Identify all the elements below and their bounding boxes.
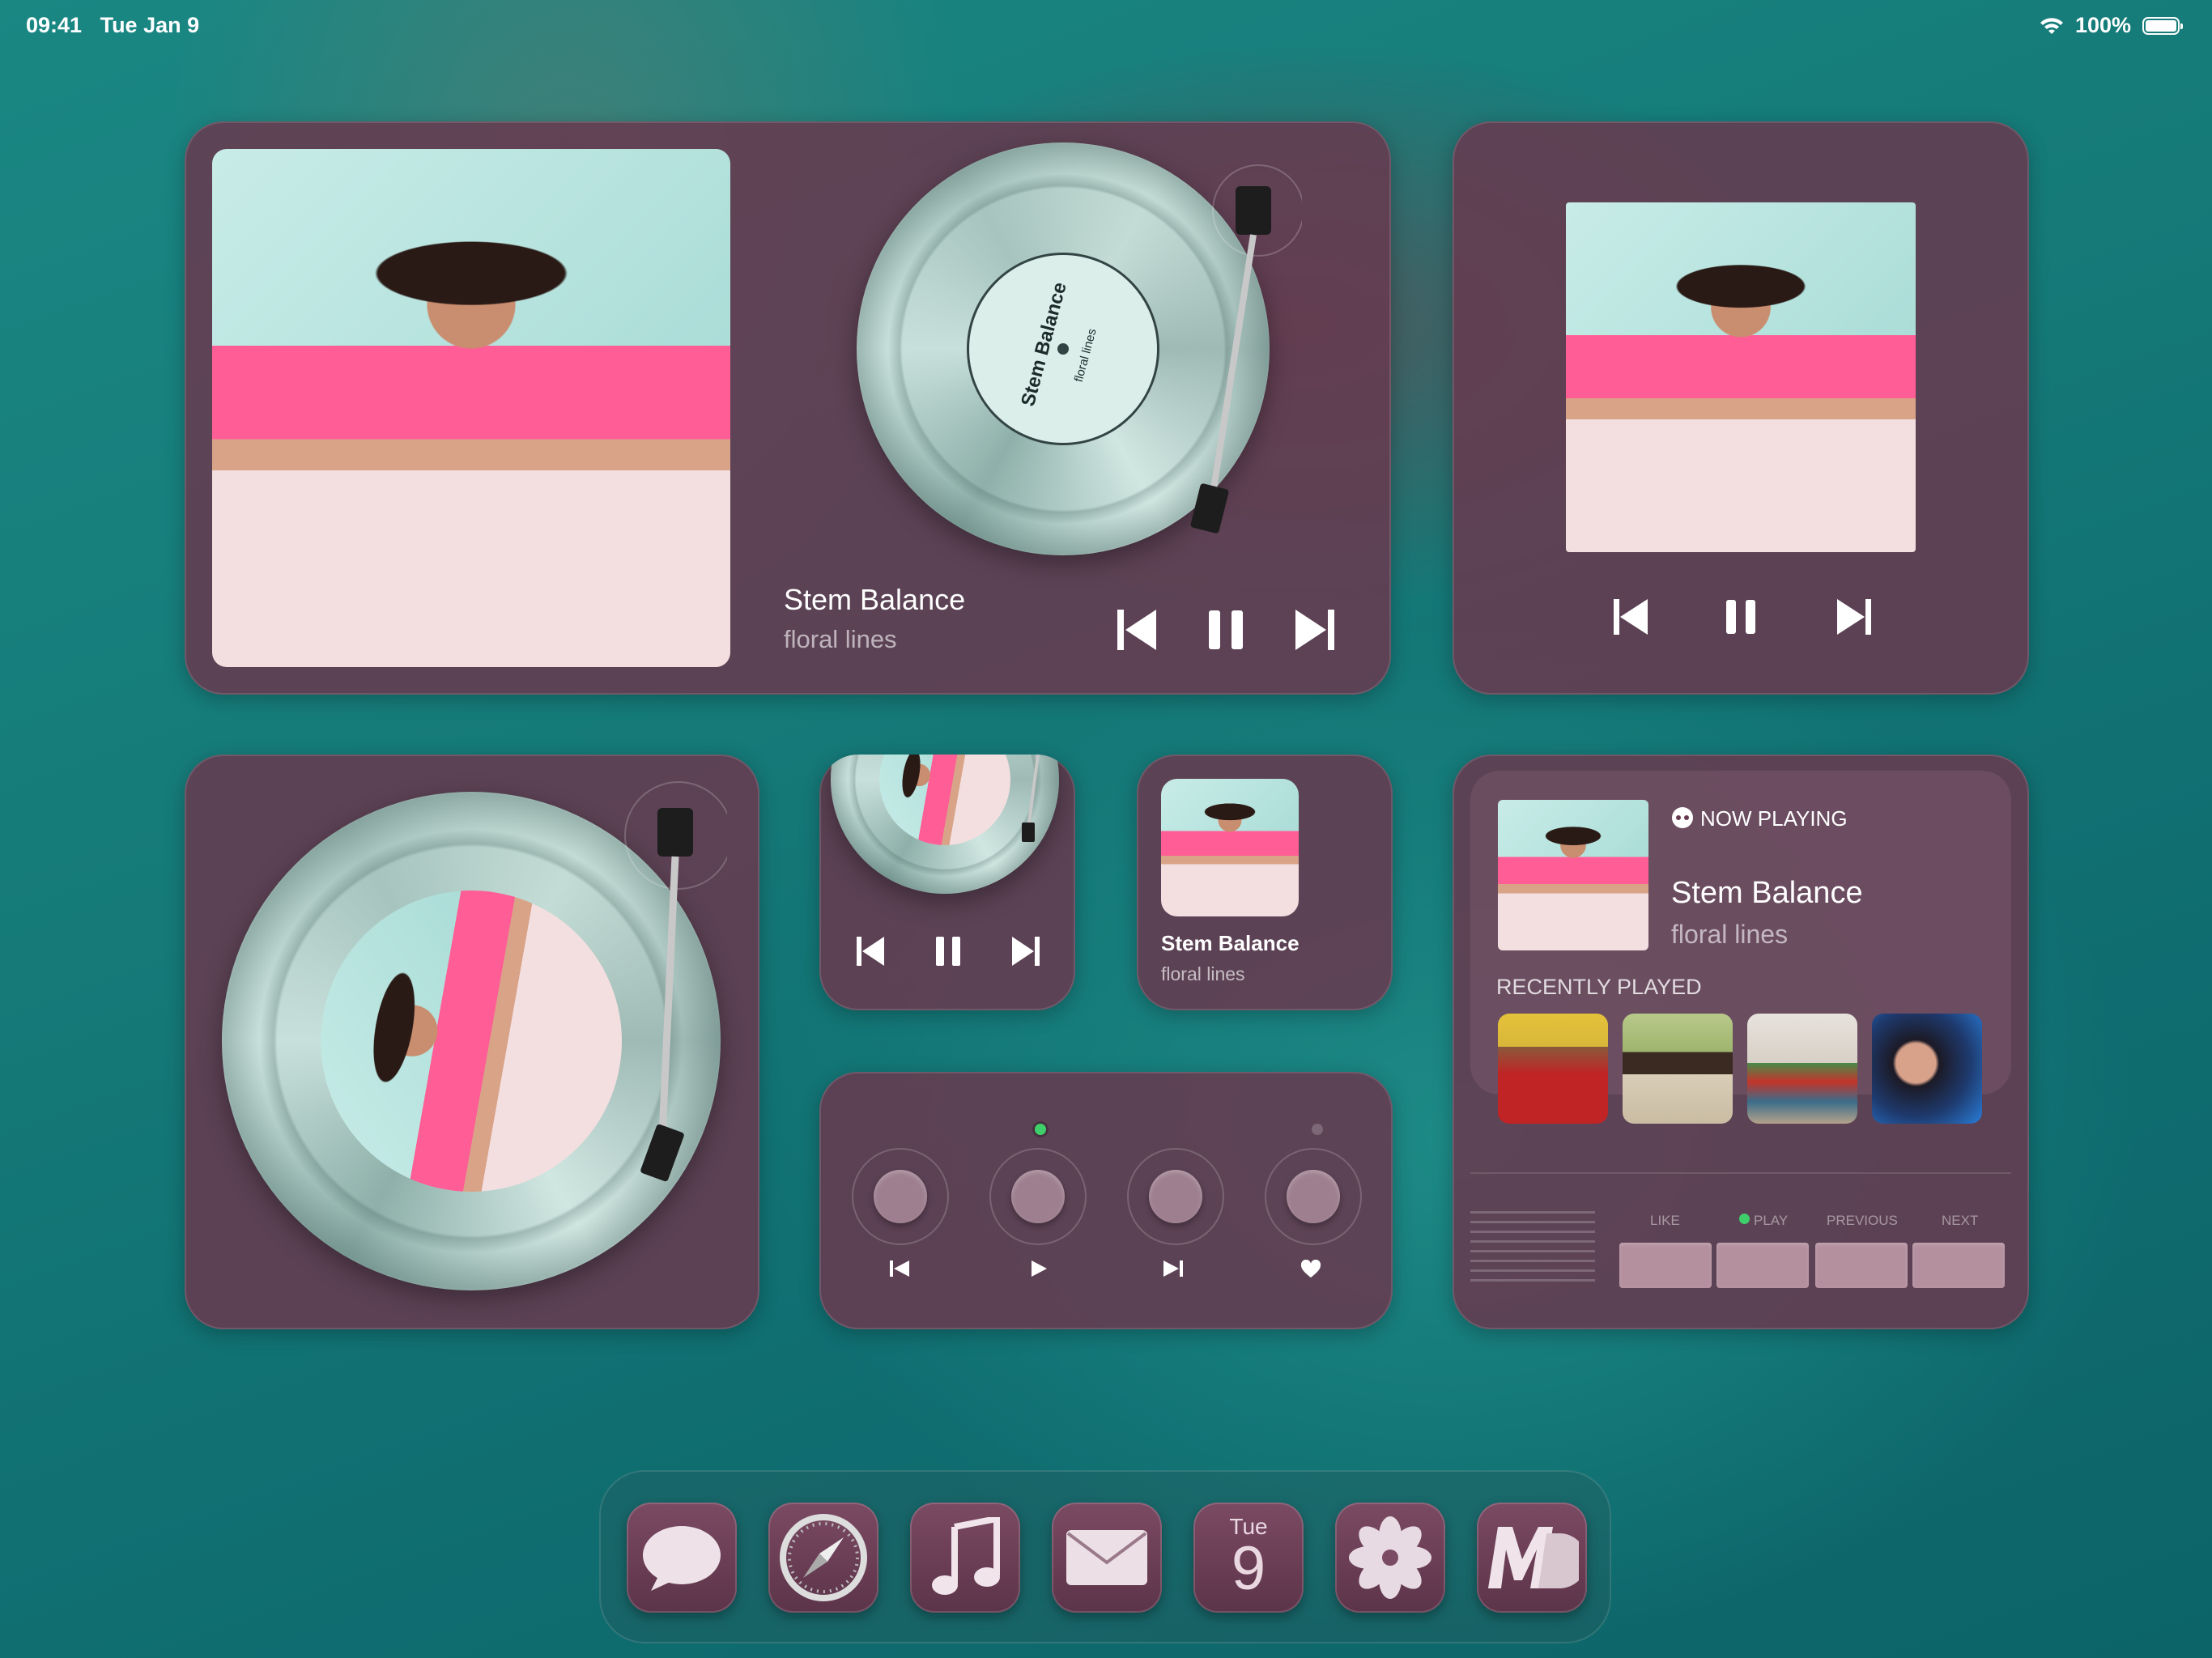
pause-button[interactable]	[929, 933, 967, 970]
tonearm	[1022, 755, 1040, 842]
next-button[interactable]	[1007, 933, 1044, 970]
pause-icon	[1726, 600, 1755, 634]
like-indicator-light	[1312, 1124, 1323, 1135]
next-pad[interactable]	[1912, 1243, 2005, 1288]
record-album-art	[296, 866, 646, 1216]
music-app[interactable]	[910, 1503, 1020, 1613]
next-knob[interactable]	[1127, 1148, 1224, 1245]
speaker-grille	[1470, 1211, 1595, 1289]
previous-button[interactable]	[1606, 594, 1655, 640]
section-divider	[1470, 1172, 2011, 1174]
large-player-widget[interactable]: Stem Balance floral lines Stem Balance f…	[185, 121, 1391, 695]
track-title: Stem Balance	[784, 583, 966, 616]
safari-icon	[780, 1514, 867, 1601]
tonearm	[624, 781, 727, 1182]
label-like: LIKE	[1650, 1213, 1680, 1228]
record-label-artist: floral lines	[1072, 326, 1100, 384]
track-artist: floral lines	[784, 625, 897, 653]
music-icon	[932, 1517, 1000, 1595]
play-icon	[1032, 1261, 1047, 1277]
md-app[interactable]	[1477, 1503, 1587, 1613]
record-label: Stem Balance floral lines	[967, 253, 1159, 445]
status-bar-right: 100%	[2040, 13, 2183, 38]
status-time: 09:41	[26, 13, 83, 37]
small-album-widget[interactable]: Stem Balance floral lines	[1137, 755, 1393, 1010]
album-art	[212, 149, 730, 667]
album-art	[1498, 800, 1648, 950]
photos-icon	[1349, 1516, 1431, 1599]
skip-back-icon	[1117, 610, 1156, 650]
skip-forward-icon	[1163, 1261, 1183, 1277]
previous-knob[interactable]	[852, 1148, 949, 1245]
play-knob[interactable]	[989, 1148, 1087, 1245]
skip-forward-icon	[1837, 599, 1871, 635]
recently-played-header: RECENTLY PLAYED	[1496, 975, 1702, 999]
status-bar-left: 09:41 Tue Jan 9	[26, 13, 199, 38]
track-title: Stem Balance	[1161, 931, 1300, 955]
now-playing-title: Stem Balance	[1671, 876, 1863, 910]
play-pad[interactable]	[1716, 1243, 1809, 1288]
label-play: PLAY	[1754, 1213, 1789, 1228]
record-album-art	[869, 755, 1021, 856]
play-indicator-light	[1739, 1214, 1750, 1224]
calendar-app[interactable]: Tue 9	[1193, 1503, 1304, 1613]
recent-album-4[interactable]	[1872, 1014, 1982, 1124]
photos-app[interactable]	[1335, 1503, 1445, 1613]
mini-player-widget[interactable]	[819, 755, 1075, 1010]
pause-button[interactable]	[1202, 604, 1250, 656]
battery-icon	[2142, 16, 2183, 35]
turntable-widget[interactable]	[185, 755, 759, 1329]
status-date: Tue Jan 9	[100, 13, 200, 37]
now-playing-icon	[1672, 807, 1693, 828]
next-button[interactable]	[1291, 604, 1339, 656]
messages-app[interactable]	[627, 1503, 737, 1613]
album-art	[1566, 202, 1916, 552]
like-pad[interactable]	[1619, 1243, 1712, 1288]
heart-icon	[1300, 1260, 1321, 1278]
wifi-icon	[2040, 17, 2063, 34]
play-indicator-light	[1035, 1124, 1046, 1135]
pause-button[interactable]	[1716, 594, 1765, 640]
mail-app[interactable]	[1052, 1503, 1162, 1613]
calendar-date: 9	[1231, 1534, 1266, 1603]
recent-album-3[interactable]	[1747, 1014, 1857, 1124]
dock: Tue 9	[599, 1470, 1611, 1643]
label-previous: PREVIOUS	[1827, 1213, 1898, 1228]
skip-back-icon	[890, 1261, 909, 1277]
track-artist: floral lines	[1161, 963, 1245, 984]
previous-button[interactable]	[852, 933, 889, 970]
tonearm	[1190, 164, 1302, 534]
skip-forward-icon	[1295, 610, 1334, 650]
pause-icon	[1209, 610, 1243, 649]
recent-album-1[interactable]	[1498, 1014, 1608, 1124]
now-playing-artist: floral lines	[1671, 920, 1789, 949]
safari-app[interactable]	[768, 1503, 878, 1613]
album-player-widget[interactable]	[1453, 121, 2029, 695]
recent-album-2[interactable]	[1623, 1014, 1733, 1124]
now-playing-header: NOW PLAYING	[1700, 806, 1848, 831]
md-icon	[1488, 1527, 1579, 1588]
album-art	[1161, 779, 1299, 916]
skip-back-icon	[857, 937, 884, 966]
skip-back-icon	[1614, 599, 1648, 635]
previous-button[interactable]	[1112, 604, 1161, 656]
skip-forward-icon	[1012, 937, 1040, 966]
label-next: NEXT	[1942, 1213, 1979, 1228]
messages-icon	[643, 1526, 721, 1591]
previous-pad[interactable]	[1815, 1243, 1908, 1288]
knob-controls-widget[interactable]	[819, 1072, 1393, 1329]
next-button[interactable]	[1830, 594, 1878, 640]
like-knob[interactable]	[1265, 1148, 1362, 1245]
mail-icon	[1066, 1530, 1147, 1585]
pause-icon	[936, 937, 960, 966]
battery-percent: 100%	[2074, 13, 2131, 37]
